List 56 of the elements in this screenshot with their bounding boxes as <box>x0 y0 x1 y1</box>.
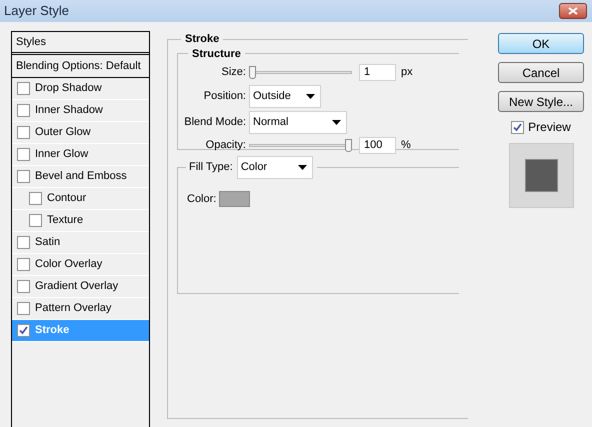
unit-label: px <box>401 65 413 80</box>
list-item[interactable]: Satin <box>12 232 149 254</box>
checkbox[interactable] <box>511 120 524 134</box>
checkbox[interactable] <box>17 170 30 183</box>
field-label: Position: <box>202 88 246 104</box>
input-field[interactable]: 100 <box>359 137 396 154</box>
checkbox-label: Preview <box>528 119 571 136</box>
close-button[interactable] <box>559 3 587 19</box>
slider[interactable] <box>249 66 352 79</box>
unit-label: % <box>401 138 411 154</box>
window-title: Layer Style <box>4 2 70 20</box>
group-title: Structure <box>191 46 242 62</box>
preview-square <box>524 159 558 192</box>
field-label: Color: <box>187 192 216 206</box>
slider-thumb[interactable] <box>345 139 352 152</box>
dialog-button[interactable]: New Style... <box>498 91 584 112</box>
dropdown[interactable]: Outside <box>249 84 321 108</box>
field-label: Fill Type: <box>188 160 233 175</box>
checkbox[interactable] <box>17 126 30 139</box>
checkbox[interactable] <box>29 214 42 227</box>
dialog-button[interactable]: Cancel <box>498 62 584 83</box>
list-item[interactable]: Drop Shadow <box>12 78 149 100</box>
list-item[interactable]: Gradient Overlay <box>12 276 149 298</box>
list-item[interactable]: Outer Glow <box>12 122 149 144</box>
checkbox[interactable] <box>17 236 30 249</box>
checkbox[interactable] <box>17 280 30 293</box>
field-label: Opacity: <box>204 138 246 154</box>
field-label: Size: <box>220 65 246 80</box>
list-item[interactable]: Contour <box>12 188 149 210</box>
dialog-button[interactable]: OK <box>498 33 584 54</box>
checkbox[interactable] <box>17 82 30 95</box>
checkbox[interactable] <box>17 148 30 161</box>
dropdown-arrow-icon <box>298 164 307 170</box>
slider[interactable] <box>249 139 352 152</box>
list-item[interactable]: Blending Options: Default <box>12 55 149 78</box>
dropdown[interactable]: Color <box>236 156 313 178</box>
list-item[interactable]: Bevel and Emboss <box>12 166 149 188</box>
field-label: Blend Mode: <box>184 114 246 130</box>
list-item[interactable]: Color Overlay <box>12 254 149 276</box>
dropdown-arrow-icon <box>306 94 315 98</box>
group-title: Stroke <box>184 32 220 47</box>
styles-header: Styles <box>12 32 149 55</box>
checkbox[interactable] <box>17 258 30 271</box>
list-item[interactable]: Inner Shadow <box>12 100 149 122</box>
dropdown[interactable]: Normal <box>249 110 347 134</box>
checkbox[interactable] <box>29 192 42 205</box>
dropdown-arrow-icon <box>332 120 341 124</box>
checkbox[interactable] <box>17 302 30 315</box>
checkbox[interactable] <box>17 104 30 117</box>
checkbox[interactable] <box>17 324 30 337</box>
close-icon <box>568 7 578 15</box>
input-field[interactable]: 1 <box>359 64 396 81</box>
list-item[interactable]: Texture <box>12 210 149 232</box>
color-swatch[interactable] <box>219 190 250 207</box>
slider-thumb[interactable] <box>249 66 256 79</box>
list-item[interactable]: Inner Glow <box>12 144 149 166</box>
